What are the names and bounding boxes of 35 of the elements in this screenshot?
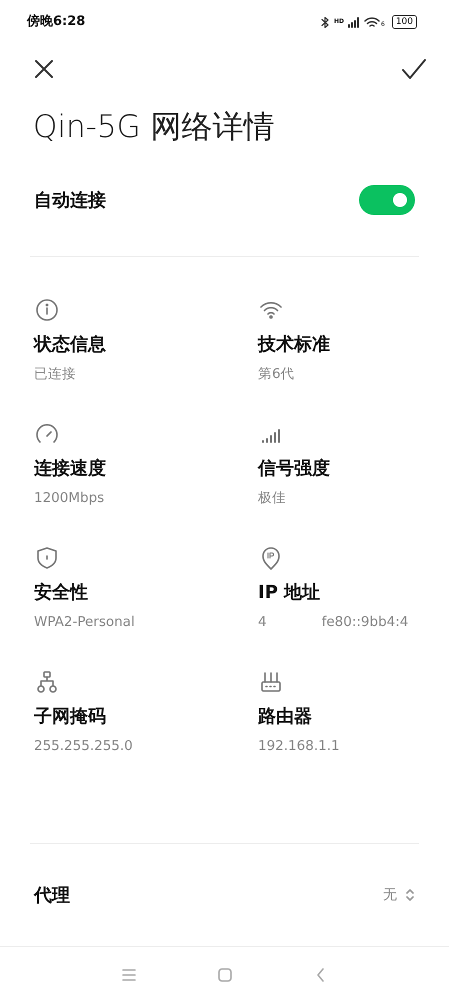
shield-icon bbox=[34, 545, 60, 571]
close-icon bbox=[34, 58, 54, 79]
setting-label: 代理 bbox=[34, 884, 70, 908]
detail-label: IP 地址 bbox=[258, 581, 322, 605]
menu-icon bbox=[120, 966, 136, 983]
info-icon bbox=[34, 297, 60, 323]
chevron-updown-icon bbox=[405, 888, 415, 902]
check-icon bbox=[401, 58, 427, 80]
battery-indicator: 100 bbox=[392, 15, 417, 29]
setting-label: 自动连接 bbox=[34, 188, 106, 212]
detail-label: 信号强度 bbox=[258, 457, 331, 481]
home-icon bbox=[216, 966, 232, 983]
status-time: 傍晚6:28 bbox=[27, 13, 86, 32]
detail-value: 1200Mbps bbox=[34, 489, 104, 508]
detail-label: 路由器 bbox=[258, 705, 313, 729]
confirm-button[interactable] bbox=[401, 56, 427, 80]
detail-value: 192.168.1.1 bbox=[258, 737, 340, 756]
detail-label: 安全性 bbox=[34, 581, 89, 605]
detail-label: 状态信息 bbox=[34, 333, 107, 357]
detail-value: 已连接 bbox=[34, 365, 76, 384]
detail-value: 255.255.255.0 bbox=[34, 737, 133, 756]
detail-value: 第6代 bbox=[258, 365, 295, 384]
toggle-switch[interactable] bbox=[359, 185, 415, 215]
proxy-selector[interactable]: 无 bbox=[383, 884, 415, 906]
detail-value: 极佳 bbox=[258, 489, 286, 508]
wifi-icon bbox=[364, 16, 380, 28]
detail-label: 连接速度 bbox=[34, 457, 107, 481]
page-title: Qin-5G 网络详情 bbox=[33, 108, 276, 147]
signal-icon bbox=[348, 16, 360, 28]
detail-value: WPA2-Personal bbox=[34, 613, 135, 632]
detail-label: 子网掩码 bbox=[34, 705, 107, 729]
detail-value: 4 bbox=[258, 613, 267, 632]
detail-label: 技术标准 bbox=[258, 333, 331, 357]
detail-value: fe80::9bb4:4 bbox=[322, 613, 408, 632]
bluetooth-icon bbox=[320, 16, 330, 28]
